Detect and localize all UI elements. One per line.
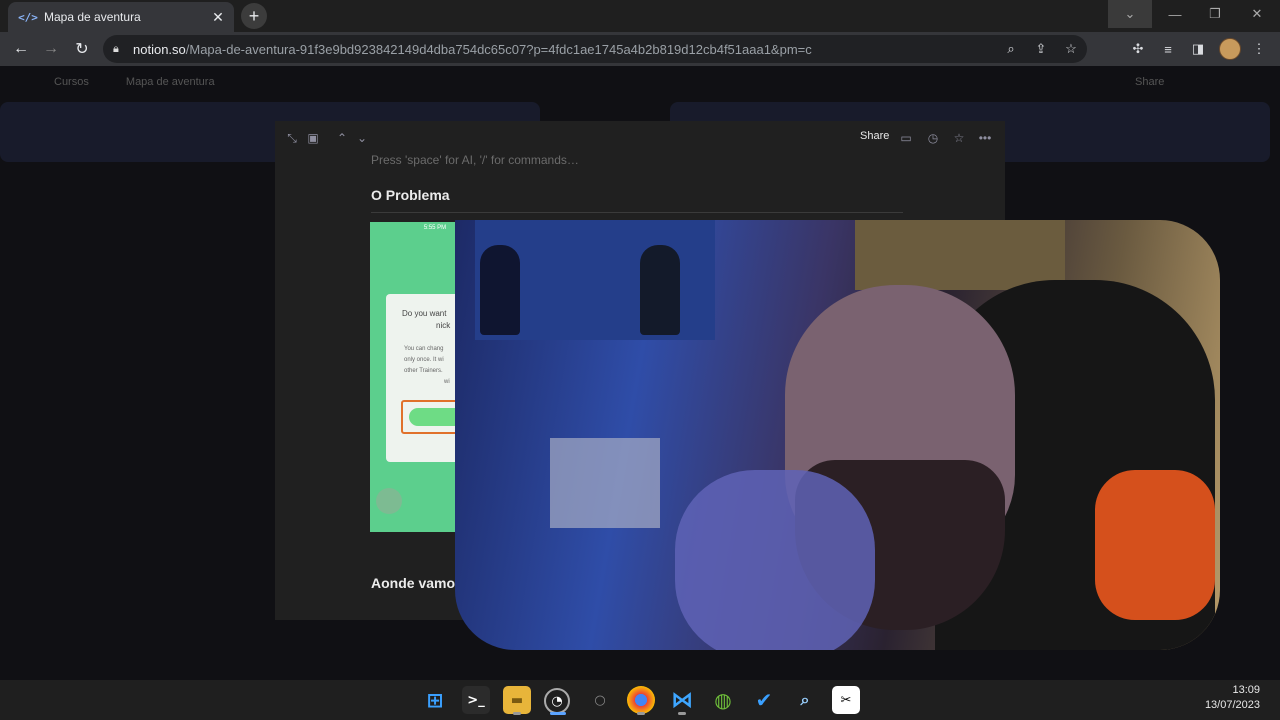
active-indicator [550, 712, 566, 715]
lock-icon: 🔒︎ [113, 42, 119, 55]
box [550, 438, 660, 528]
code-brackets-icon: </> [18, 10, 38, 24]
window-close-icon[interactable]: ✕ [1234, 0, 1280, 28]
file-explorer-icon[interactable]: ▬ [503, 686, 531, 714]
tab-strip: </> Mapa de aventura ✕ + ⌄ — ❐ ✕ [0, 0, 1280, 32]
tab-search-icon[interactable]: ⌄ [1108, 0, 1152, 28]
dialog-question: Do you want nick [402, 309, 451, 330]
reload-icon[interactable]: ↻ [70, 37, 94, 61]
more-options-icon[interactable]: ••• [978, 131, 992, 145]
person-hand [675, 470, 875, 650]
expand-icon[interactable]: ⤡ [285, 131, 299, 145]
running-indicator [678, 712, 686, 715]
cortana-icon[interactable]: ○ [586, 686, 614, 714]
restore-icon[interactable]: ❐ [1192, 0, 1238, 28]
forward-icon[interactable]: → [39, 37, 63, 61]
extensions-icon[interactable]: ✣ [1129, 40, 1147, 58]
browser-toolbar: ← → ↻ 🔒︎ notion.so/Mapa-de-aventura-91f3… [0, 32, 1280, 66]
url-text: notion.so/Mapa-de-aventura-91f3e9bd92384… [133, 41, 812, 57]
figurine [640, 245, 680, 335]
favorite-star-icon[interactable]: ☆ [952, 131, 966, 145]
menu-kebab-icon[interactable]: ⋮ [1250, 40, 1268, 58]
open-as-page-icon[interactable]: ▣ [306, 131, 320, 145]
side-panel-icon[interactable]: ◨ [1189, 40, 1207, 58]
vscode-icon[interactable]: ⋈ [668, 686, 696, 714]
phone-avatar [376, 488, 402, 514]
figurine [480, 245, 520, 335]
webcam-overlay [455, 220, 1220, 650]
running-indicator [637, 712, 645, 715]
zoom-search-icon[interactable]: ⌕ [1002, 40, 1020, 58]
pegboard [855, 220, 1065, 290]
edge-icon[interactable]: ◍ [709, 686, 737, 714]
running-indicator [513, 712, 521, 715]
chevron-up-icon[interactable]: ⌃ [335, 131, 349, 145]
back-icon[interactable]: ← [9, 37, 33, 61]
heading-problem[interactable]: O Problema [371, 187, 450, 203]
windows-start-icon[interactable]: ⊞ [421, 686, 449, 714]
breadcrumb: Cursos Mapa de aventura [54, 76, 215, 88]
close-tab-icon[interactable]: ✕ [210, 9, 226, 25]
chevron-down-icon[interactable]: ⌄ [355, 131, 369, 145]
share-button[interactable]: Share [860, 130, 889, 142]
obs-icon[interactable]: ◔ [544, 688, 570, 714]
chrome-icon[interactable] [627, 686, 655, 714]
chair-accent [1095, 470, 1215, 620]
taskbar: ⊞ >_ ▬ ◔ ○ ⋈ ◍ ✔ ⌕ ✂ [0, 680, 1280, 720]
background-share-button: Share [1135, 76, 1165, 88]
block-placeholder[interactable]: Press 'space' for AI, '/' for commands… [371, 153, 579, 167]
heading-divider [371, 212, 903, 213]
dialog-description: You can chang only once. It wi other Tra… [404, 346, 450, 385]
heading-aonde[interactable]: Aonde vamo [371, 575, 455, 591]
snipping-tool-icon[interactable]: ⌕ [791, 686, 819, 714]
capcut-icon[interactable]: ✂ [832, 686, 860, 714]
media-control-icon[interactable]: ≡ [1159, 40, 1177, 58]
terminal-icon[interactable]: >_ [462, 686, 490, 714]
profile-avatar[interactable] [1219, 38, 1241, 60]
system-clock[interactable]: 13:09 13/07/2023 [1196, 683, 1260, 713]
address-bar[interactable]: 🔒︎ notion.so/Mapa-de-aventura-91f3e9bd92… [103, 35, 1087, 63]
todo-icon[interactable]: ✔ [750, 686, 778, 714]
comment-icon[interactable]: ▭ [899, 131, 913, 145]
browser-tab[interactable]: </> Mapa de aventura ✕ [8, 2, 234, 32]
new-tab-button[interactable]: + [241, 3, 267, 29]
tab-title: Mapa de aventura [44, 10, 141, 24]
history-clock-icon[interactable]: ◷ [926, 131, 940, 145]
bookmark-star-icon[interactable]: ☆ [1062, 40, 1080, 58]
share-page-icon[interactable]: ⇪ [1032, 40, 1050, 58]
